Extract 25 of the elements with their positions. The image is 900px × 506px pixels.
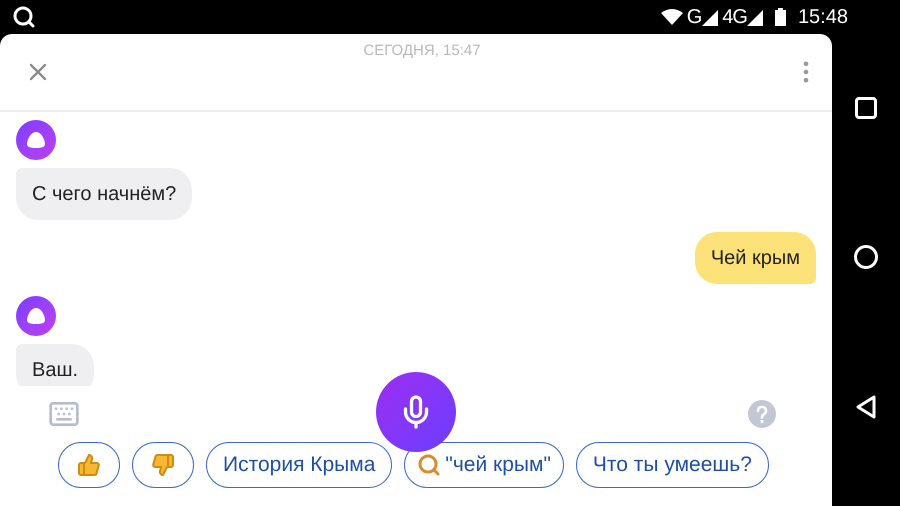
assistant-message: Ваш. (16, 344, 94, 386)
assistant-avatar-icon (16, 120, 56, 160)
suggestion-chip[interactable]: Что ты умеешь? (576, 442, 769, 488)
clock: 15:48 (798, 5, 848, 30)
search-icon (417, 453, 442, 477)
suggestion-chip[interactable]: "чей крым" (404, 442, 564, 488)
battery-icon (774, 8, 786, 26)
suggestion-chip[interactable]: История Крыма (206, 442, 392, 488)
dislike-button[interactable] (132, 442, 194, 488)
date-label: СЕГОДНЯ, 15:47 (363, 41, 481, 61)
wifi-icon (660, 9, 683, 25)
assistant-message: С чего начнём? (16, 168, 192, 220)
network-label: G (686, 5, 702, 30)
back-icon[interactable] (855, 395, 877, 419)
assistant-avatar-icon (16, 296, 56, 336)
recent-apps-icon[interactable] (855, 97, 877, 119)
network-label: 4G (722, 5, 747, 30)
thumbs-up-icon (77, 453, 101, 477)
signal-icon (746, 8, 763, 26)
thumbs-down-icon (151, 453, 175, 477)
home-icon[interactable] (854, 245, 878, 269)
like-button[interactable] (58, 442, 120, 488)
signal-icon (702, 8, 718, 26)
search-icon[interactable] (12, 5, 36, 29)
user-message: Чей крым (694, 232, 816, 284)
